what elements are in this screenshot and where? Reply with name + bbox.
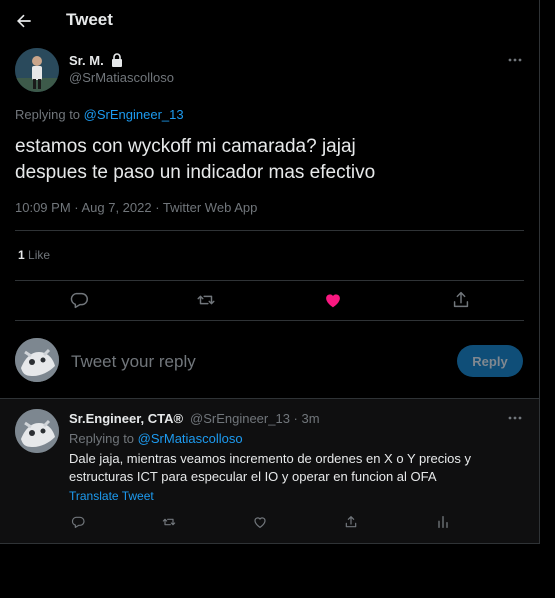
divider (0, 398, 539, 399)
replying-prefix: Replying to (15, 107, 81, 122)
author-handle[interactable]: @SrMatiascolloso (69, 70, 174, 85)
reply-icon[interactable] (70, 514, 86, 530)
reply-button[interactable]: Reply (457, 345, 523, 377)
lock-icon (109, 52, 125, 68)
replying-prefix: Replying to (69, 431, 135, 446)
analytics-icon[interactable] (435, 514, 451, 530)
replying-to-link[interactable]: @SrEngineer_13 (84, 107, 184, 122)
retweet-icon[interactable] (161, 514, 177, 530)
tweet-text: estamos con wyckoff mi camarada? jajaj d… (15, 134, 515, 186)
reply-text-line: estructuras ICT para especular el IO y o… (69, 469, 437, 484)
more-options-icon[interactable] (506, 51, 524, 69)
reply-icon[interactable] (68, 289, 90, 311)
tweet-timestamp[interactable]: 10:09 PM · Aug 7, 2022 · Twitter Web App (15, 200, 257, 215)
translate-tweet-link[interactable]: Translate Tweet (69, 489, 154, 503)
retweet-icon[interactable] (195, 289, 217, 311)
header: Tweet (0, 0, 539, 42)
share-icon[interactable] (343, 514, 359, 530)
author-name[interactable]: Sr. M. (69, 53, 104, 68)
tweet-text-line: despues te paso un indicador mas efectiv… (15, 162, 376, 183)
replying-to: Replying to @SrMatiascolloso (69, 431, 243, 446)
replying-to: Replying to @SrEngineer_13 (15, 107, 184, 122)
tweet-column: Tweet Sr. M. @SrMatiascolloso Replying t… (0, 0, 540, 544)
avatar[interactable] (15, 338, 59, 382)
reply-author-handle[interactable]: @SrEngineer_13 · 3m (190, 411, 320, 426)
divider (15, 230, 524, 231)
reply-tweet-text: Dale jaja, mientras veamos incremento de… (69, 450, 519, 486)
likes-count[interactable]: 1 Like (18, 248, 50, 262)
avatar[interactable] (15, 409, 59, 453)
like-icon[interactable] (252, 514, 268, 530)
divider (15, 320, 524, 321)
tweet-text-line: estamos con wyckoff mi camarada? jajaj (15, 136, 356, 157)
avatar[interactable] (15, 48, 59, 92)
divider (15, 280, 524, 281)
reply-input[interactable] (71, 350, 431, 374)
like-count-number: 1 (18, 248, 25, 262)
replying-to-link[interactable]: @SrMatiascolloso (138, 431, 243, 446)
reply-text-line: Dale jaja, mientras veamos incremento de… (69, 451, 472, 466)
back-arrow-icon[interactable] (14, 11, 34, 31)
share-icon[interactable] (450, 289, 472, 311)
more-options-icon[interactable] (506, 409, 524, 427)
page-title: Tweet (66, 10, 113, 29)
like-icon[interactable] (322, 289, 344, 311)
reply-author-name[interactable]: Sr.Engineer, CTA® (69, 411, 183, 426)
like-count-label: Like (28, 248, 51, 262)
